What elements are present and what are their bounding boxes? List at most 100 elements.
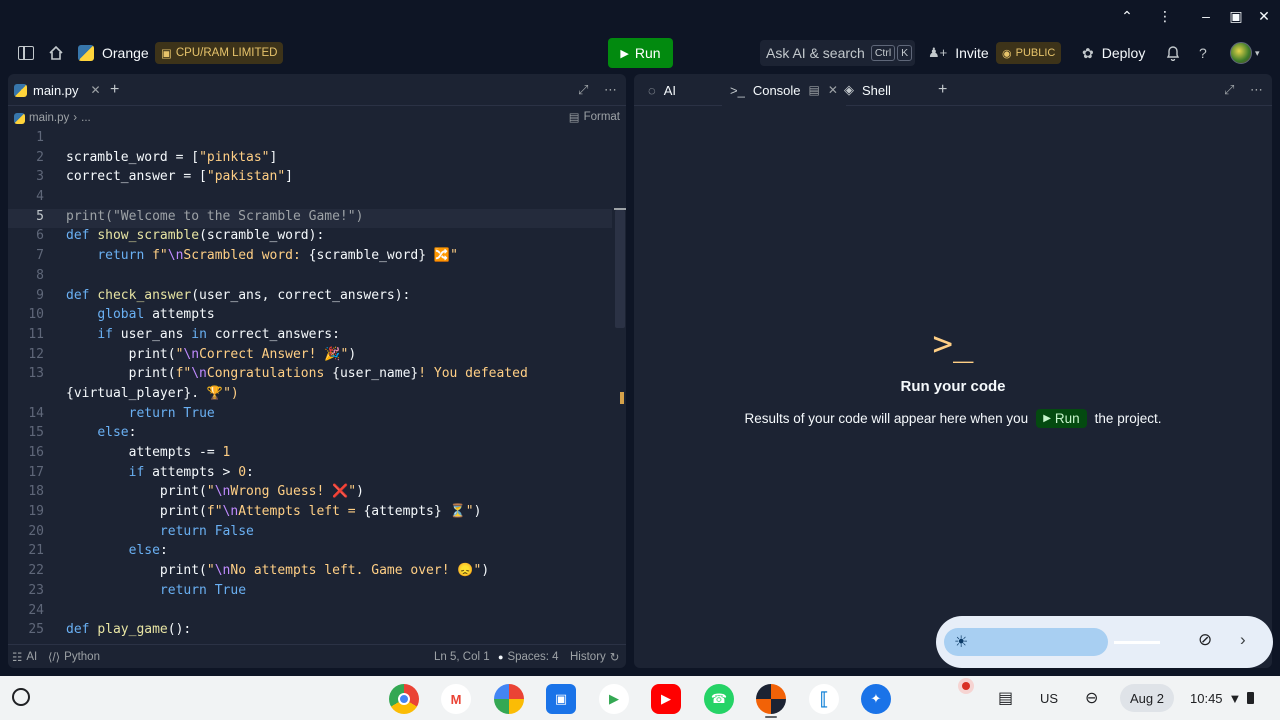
line-number: 4: [36, 189, 44, 205]
public-badge[interactable]: ◉ PUBLIC: [996, 32, 1062, 74]
status-area[interactable]: 10:45 ▼: [1190, 676, 1255, 720]
more-vertical-icon[interactable]: ⋮: [1155, 6, 1175, 26]
do-not-disturb-icon[interactable]: ⊖: [1085, 676, 1098, 720]
gemini-icon[interactable]: ✦: [861, 684, 891, 714]
project-switcher[interactable]: Orange: [78, 32, 149, 74]
files-icon[interactable]: ▣: [546, 684, 576, 714]
code-line[interactable]: 10 global attempts: [8, 307, 612, 327]
whatsapp-icon[interactable]: ☎: [704, 684, 734, 714]
tab-console[interactable]: >_ Console ▤ ✕: [722, 74, 846, 106]
play-store-icon[interactable]: ▶: [599, 684, 629, 714]
history-button[interactable]: History ↻: [570, 645, 619, 668]
code-line[interactable]: 18 print("\nWrong Guess! ❌"): [8, 484, 612, 504]
launcher-icon[interactable]: [12, 688, 30, 706]
night-light-off-icon[interactable]: ⊘: [1198, 630, 1212, 650]
line-number: 12: [28, 346, 44, 362]
ime-indicator[interactable]: US: [1040, 676, 1058, 720]
tab-shell[interactable]: ◈ Shell: [836, 74, 899, 106]
code-line[interactable]: 12 print("\nCorrect Answer! 🎉"): [8, 347, 612, 367]
clipboard-icon[interactable]: ▤: [998, 676, 1013, 720]
line-number: 5: [36, 208, 44, 224]
more-horizontal-icon[interactable]: ⋯: [1250, 74, 1263, 106]
code-line[interactable]: 15 else:: [8, 425, 612, 445]
minimize-icon[interactable]: –: [1196, 6, 1216, 26]
line-content: def show_scramble(scramble_word):: [66, 228, 325, 244]
code-line[interactable]: 7 return f"\nScrambled word: {scramble_w…: [8, 248, 612, 268]
chevron-up-icon[interactable]: ⌃: [1117, 6, 1137, 26]
code-line[interactable]: 9 def check_answer(user_ans, correct_answ…: [8, 288, 612, 308]
line-content: scramble_word = ["pinktas"]: [66, 149, 278, 165]
invite-button[interactable]: ♟+ Invite: [928, 32, 989, 74]
code-line[interactable]: 13 print(f"\nCongratulations {user_name}…: [8, 366, 612, 386]
deploy-button[interactable]: ✿ Deploy: [1082, 32, 1145, 74]
brightness-track[interactable]: [1114, 641, 1160, 644]
code-line[interactable]: 2 scramble_word = ["pinktas"]: [8, 150, 612, 170]
brightness-slider[interactable]: [944, 628, 1108, 656]
indent-status[interactable]: ● Spaces: 4: [498, 645, 559, 668]
code-line[interactable]: 16 attempts -= 1: [8, 445, 612, 465]
close-window-icon[interactable]: ✕: [1254, 6, 1274, 26]
tab-console-label: Console: [752, 82, 801, 98]
code-brackets-icon: ⟨/⟩: [48, 652, 61, 664]
breadcrumb-file[interactable]: main.py: [29, 112, 69, 124]
window-titlebar: ⌃ ⋮ – ▣ ✕: [0, 0, 1280, 32]
home-icon[interactable]: [48, 32, 64, 74]
bell-icon[interactable]: [1166, 32, 1180, 74]
gmail-icon[interactable]: M: [441, 684, 471, 714]
new-tab-icon[interactable]: +: [110, 74, 119, 106]
line-number: 20: [28, 523, 44, 539]
cpu-ram-badge[interactable]: ▣ CPU/RAM LIMITED: [155, 32, 284, 74]
chrome-icon[interactable]: [389, 684, 419, 714]
code-line[interactable]: 22 print("\nNo attempts left. Game over!…: [8, 563, 612, 583]
code-line[interactable]: 14 return True: [8, 406, 612, 426]
maximize-icon[interactable]: ▣: [1226, 6, 1246, 26]
code-line[interactable]: 20 return False: [8, 524, 612, 544]
editor-scrollbar[interactable]: [614, 130, 626, 644]
help-icon[interactable]: ?: [1199, 32, 1207, 74]
language-status[interactable]: ⟨/⟩ Python: [48, 645, 100, 668]
youtube-icon[interactable]: ▶: [651, 684, 681, 714]
date-chip[interactable]: Aug 2: [1120, 684, 1174, 712]
code-line[interactable]: 21 else:: [8, 543, 612, 563]
chevron-right-icon[interactable]: ›: [1240, 630, 1246, 650]
expand-icon[interactable]: ⤢: [578, 74, 588, 106]
breadcrumb-more[interactable]: ...: [81, 112, 91, 124]
code-line[interactable]: 19 print(f"\nAttempts left = {attempts} …: [8, 504, 612, 524]
code-line[interactable]: 4: [8, 189, 612, 209]
new-tab-icon[interactable]: +: [938, 74, 947, 106]
expand-icon[interactable]: ⤢: [1224, 74, 1234, 106]
inline-run-button[interactable]: ▶ Run: [1036, 409, 1087, 428]
vscode-icon[interactable]: ⟦: [809, 684, 839, 714]
code-line[interactable]: 23 return True: [8, 583, 612, 603]
code-line[interactable]: 8: [8, 268, 612, 288]
format-button[interactable]: ▤ Format: [569, 110, 620, 124]
trash-icon[interactable]: ▤: [809, 83, 820, 97]
code-line[interactable]: 24: [8, 603, 612, 623]
code-line[interactable]: 6 def show_scramble(scramble_word):: [8, 228, 612, 248]
code-line[interactable]: 17 if attempts > 0:: [8, 465, 612, 485]
code-line[interactable]: 5 print("Welcome to the Scramble Game!"): [8, 208, 612, 229]
search-input[interactable]: Ask AI & search Ctrl K: [760, 40, 915, 66]
screen-record-icon[interactable]: [958, 678, 974, 694]
ai-status[interactable]: ☷ AI: [12, 645, 37, 668]
tab-ai[interactable]: ◌ AI: [640, 74, 684, 106]
code-line[interactable]: 25 def play_game():: [8, 622, 612, 642]
code-line[interactable]: 3 correct_answer = ["pakistan"]: [8, 169, 612, 189]
line-number: 25: [28, 622, 44, 638]
tab-label: main.py: [33, 82, 79, 98]
more-horizontal-icon[interactable]: ⋯: [604, 74, 617, 106]
cursor-position[interactable]: Ln 5, Col 1: [434, 645, 490, 668]
tab-main-py[interactable]: main.py ✕: [14, 74, 101, 106]
code-editor[interactable]: 1 2 scramble_word = ["pinktas"] 3 correct_an…: [8, 130, 612, 644]
code-line[interactable]: 1: [8, 130, 612, 150]
ai-status-label: AI: [26, 651, 38, 663]
close-tab-icon[interactable]: ✕: [91, 83, 101, 97]
replit-icon[interactable]: [756, 684, 786, 714]
line-content: print(f"\nAttempts left = {attempts} ⏳"): [66, 504, 482, 520]
code-line[interactable]: 11 if user_ans in correct_answers:: [8, 327, 612, 347]
code-line[interactable]: {virtual_player}. 🏆"): [8, 386, 612, 406]
photos-icon[interactable]: [494, 684, 524, 714]
sidebar-toggle-icon[interactable]: [18, 32, 34, 74]
avatar[interactable]: ▾: [1230, 32, 1260, 74]
run-button[interactable]: ▶ Run: [608, 38, 673, 68]
